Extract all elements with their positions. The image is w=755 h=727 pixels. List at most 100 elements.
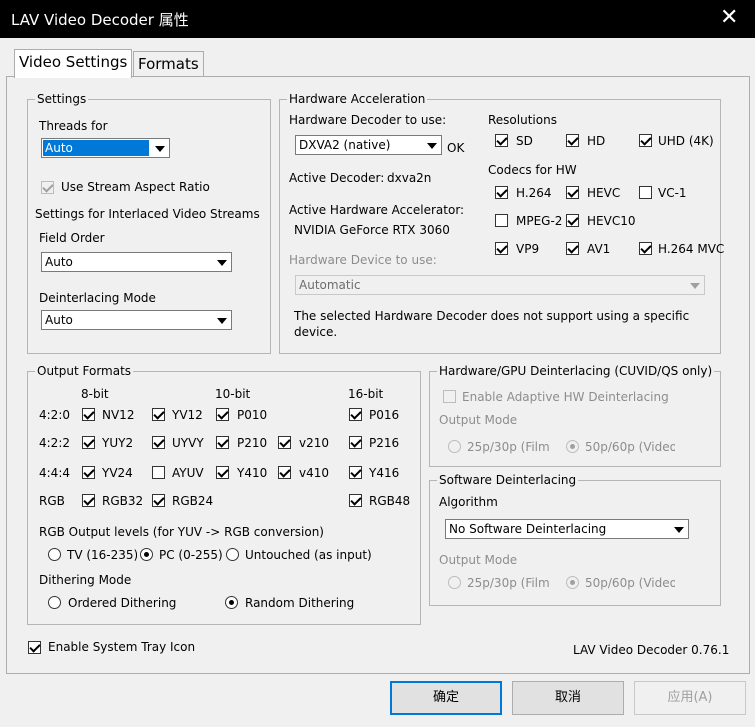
hw-decoder-dropdown[interactable]: DXVA2 (native) [295,135,442,155]
window-title: LAV Video Decoder 属性 [11,11,189,29]
ayuv-checkbox[interactable] [152,466,165,479]
chevron-down-icon[interactable] [686,277,703,293]
tray-icon-checkbox[interactable] [28,641,41,654]
settings-group-title: Settings [35,92,89,106]
p010-checkbox[interactable] [216,408,229,421]
codec-vc1-checkbox[interactable] [639,186,652,199]
chevron-down-icon[interactable] [213,312,230,328]
title-bar: LAV Video Decoder 属性 ✕ [0,0,755,38]
res-sd-checkbox[interactable] [495,134,508,147]
hw-note-line1: The selected Hardware Decoder does not s… [294,309,690,323]
version-label: LAV Video Decoder 0.76.1 [573,643,730,657]
active-decoder-label: Active Decoder: [289,171,385,185]
hwaccel-group-title: Hardware Acceleration [287,92,428,106]
cancel-button[interactable]: 取消 [512,681,624,715]
adaptive-hw-deint-checkbox[interactable] [443,390,456,403]
ok-button[interactable]: 确定 [390,681,502,715]
rgb24-label: RGB24 [172,494,214,508]
hw-mode-film-label: 25p/30p (Film) [467,440,549,454]
codec-av1-checkbox[interactable] [566,242,579,255]
deint-mode-label: Deinterlacing Mode [39,291,156,305]
apply-button[interactable]: 应用(A) [634,681,746,715]
dither-ordered-radio[interactable] [48,596,61,609]
p216-label: P216 [369,436,400,450]
output-formats-title: Output Formats [35,364,134,378]
dither-label: Dithering Mode [39,573,132,587]
res-hd-checkbox[interactable] [566,134,579,147]
level-pc-radio[interactable] [140,548,153,561]
v410-label: v410 [299,466,330,480]
yuy2-checkbox[interactable] [82,436,95,449]
p210-checkbox[interactable] [216,436,229,449]
p016-checkbox[interactable] [349,408,362,421]
field-order-label: Field Order [39,231,105,245]
codec-hevc-label: HEVC [587,186,621,200]
chevron-down-icon[interactable] [670,521,687,537]
algorithm-value: No Software Deinterlacing [449,522,607,536]
codec-h264-label: H.264 [516,186,552,200]
yv24-label: YV24 [102,466,133,480]
ayuv-label: AYUV [172,466,204,480]
sw-mode-video-radio[interactable] [566,576,579,589]
field-order-dropdown[interactable]: Auto [41,252,232,272]
sw-mode-film-radio[interactable] [448,576,461,589]
codec-h264mvc-label: H.264 MVC [658,242,725,256]
hw-output-mode-label: Output Mode [439,413,518,427]
res-uhd-checkbox[interactable] [639,134,652,147]
p016-label: P016 [369,408,400,422]
row-422-label: 4:2:2 [39,436,70,450]
rgb32-checkbox[interactable] [82,494,95,507]
close-icon[interactable]: ✕ [720,4,738,32]
nv12-label: NV12 [102,408,135,422]
codec-vp9-checkbox[interactable] [495,242,508,255]
hw-mode-film-radio[interactable] [448,440,461,453]
chevron-down-icon[interactable] [423,137,440,153]
res-sd-label: SD [516,134,533,148]
p216-checkbox[interactable] [349,436,362,449]
threads-value: Auto [43,140,149,156]
nv12-checkbox[interactable] [82,408,95,421]
hw-deint-title: Hardware/GPU Deinterlacing (CUVID/QS onl… [437,364,715,378]
codec-h264mvc-checkbox[interactable] [639,242,652,255]
yv12-label: YV12 [172,408,203,422]
v210-checkbox[interactable] [278,436,291,449]
rgb48-checkbox[interactable] [349,494,362,507]
yv12-checkbox[interactable] [152,408,165,421]
hw-device-dropdown[interactable]: Automatic [295,275,705,295]
y416-label: Y416 [369,466,400,480]
codec-mpeg2-label: MPEG-2 [516,214,563,228]
codec-h264-checkbox[interactable] [495,186,508,199]
v410-checkbox[interactable] [278,466,291,479]
algorithm-label: Algorithm [439,495,498,509]
sw-deint-title: Software Deinterlacing [437,473,579,487]
p010-label: P010 [237,408,268,422]
stream-aspect-checkbox[interactable] [41,181,54,194]
adaptive-hw-deint-label: Enable Adaptive HW Deinterlacing [462,390,669,404]
codec-vc1-label: VC-1 [658,186,687,200]
chevron-down-icon[interactable] [213,254,230,270]
level-tv-label: TV (16-235) [67,548,137,562]
dither-random-radio[interactable] [225,596,238,609]
deint-mode-dropdown[interactable]: Auto [41,310,232,330]
threads-label: Threads for [39,119,108,133]
y416-checkbox[interactable] [349,466,362,479]
codec-hevc-checkbox[interactable] [566,186,579,199]
tab-formats[interactable]: Formats [133,51,204,78]
level-untouched-radio[interactable] [226,548,239,561]
uyvy-checkbox[interactable] [152,436,165,449]
rgb24-checkbox[interactable] [152,494,165,507]
codec-mpeg2-checkbox[interactable] [495,214,508,227]
field-order-value: Auto [45,255,73,269]
threads-dropdown[interactable]: Auto [41,138,170,158]
algorithm-dropdown[interactable]: No Software Deinterlacing [445,519,689,539]
level-tv-radio[interactable] [48,548,61,561]
yv24-checkbox[interactable] [82,466,95,479]
codec-hevc10-checkbox[interactable] [566,214,579,227]
row-444-label: 4:4:4 [39,466,70,480]
hw-decoder-value: DXVA2 (native) [299,138,391,152]
tab-video-settings[interactable]: Video Settings [14,49,133,78]
hw-mode-video-radio[interactable] [566,440,579,453]
y410-checkbox[interactable] [216,466,229,479]
active-accel-label: Active Hardware Accelerator: [289,203,465,217]
chevron-down-icon[interactable] [151,140,168,156]
